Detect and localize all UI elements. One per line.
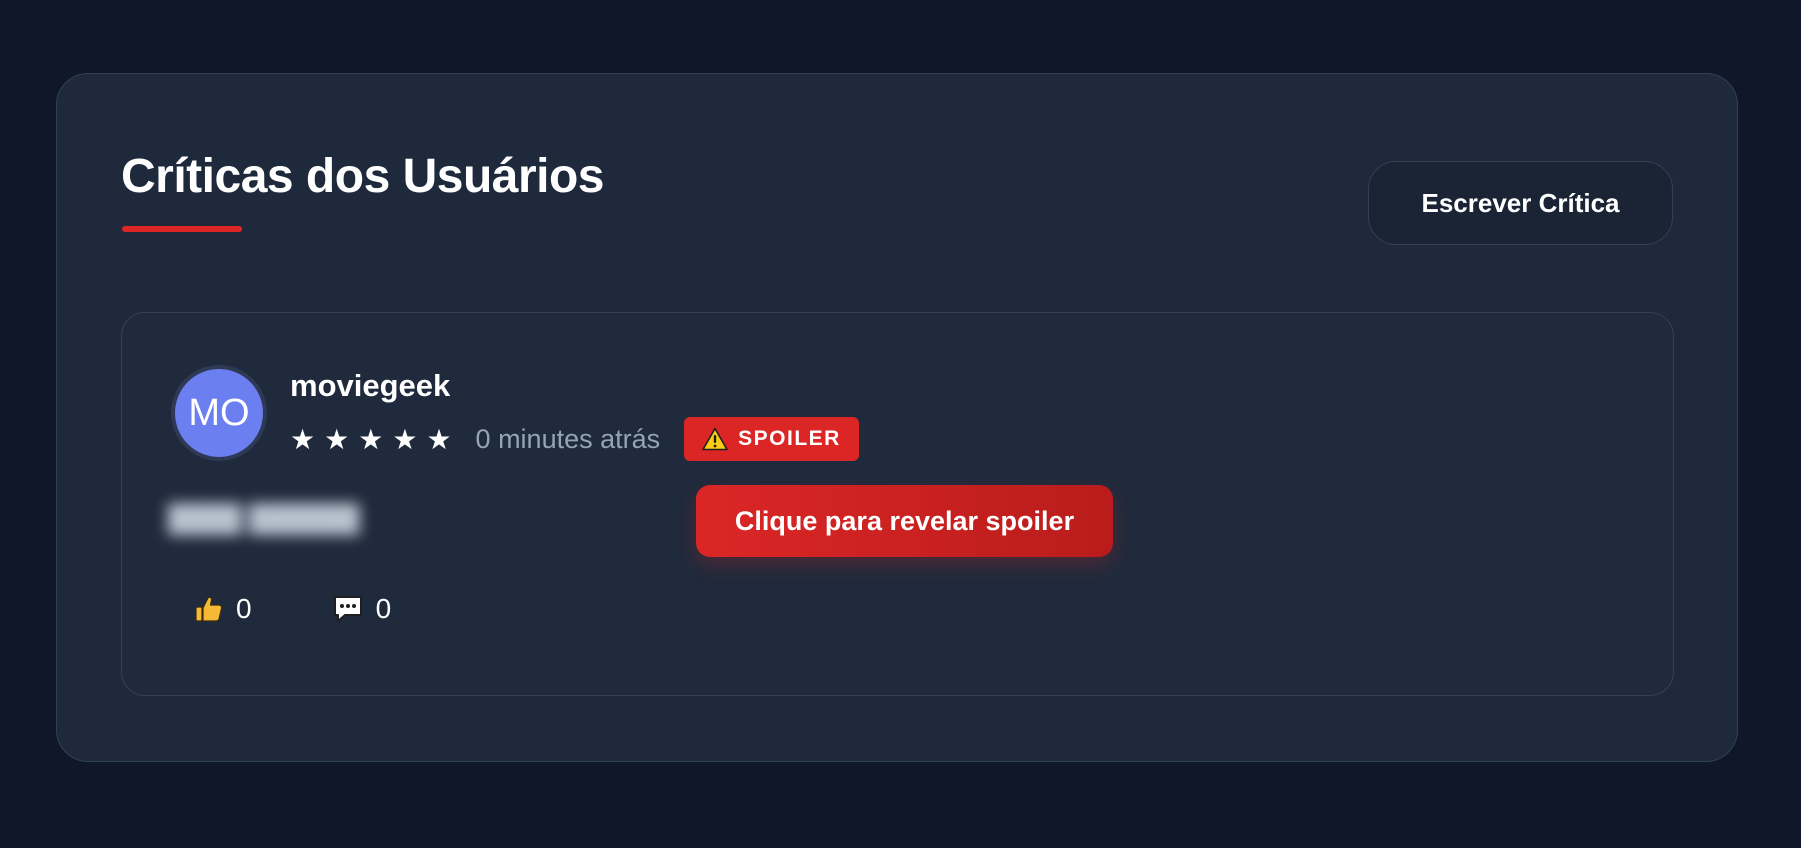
review-card: MO moviegeek ★ ★ ★ ★ ★ 0 minutes atrás S… bbox=[121, 312, 1674, 696]
likes-count: 0 bbox=[236, 593, 252, 624]
review-username: moviegeek bbox=[290, 368, 451, 403]
review-meta: ★ ★ ★ ★ ★ 0 minutes atrás SPOILER bbox=[290, 417, 859, 461]
title-underline bbox=[122, 226, 242, 232]
comments-count: 0 bbox=[375, 593, 392, 624]
comment-button[interactable]: 0 bbox=[332, 593, 392, 625]
review-actions: 0 0 bbox=[194, 593, 391, 625]
star-rating: ★ ★ ★ ★ ★ bbox=[290, 423, 452, 456]
thumbs-up-icon bbox=[194, 594, 224, 624]
star-icon: ★ bbox=[290, 422, 316, 456]
user-reviews-panel: Críticas dos Usuários Escrever Crítica M… bbox=[56, 73, 1738, 762]
section-title: Críticas dos Usuários bbox=[121, 150, 605, 203]
speech-bubble-icon bbox=[332, 594, 364, 624]
reveal-spoiler-button[interactable]: Clique para revelar spoiler bbox=[696, 485, 1113, 557]
review-timestamp: 0 minutes atrás bbox=[475, 423, 661, 454]
star-icon: ★ bbox=[358, 422, 384, 456]
star-icon: ★ bbox=[426, 422, 452, 456]
spoiler-badge: SPOILER bbox=[684, 417, 859, 461]
warning-icon bbox=[702, 427, 728, 451]
spoiler-hidden-content: ████ ██████ bbox=[168, 503, 360, 533]
avatar: MO bbox=[171, 365, 267, 461]
star-icon: ★ bbox=[392, 422, 418, 456]
spoiler-badge-label: SPOILER bbox=[738, 427, 841, 450]
write-review-button[interactable]: Escrever Crítica bbox=[1368, 161, 1673, 245]
like-button[interactable]: 0 bbox=[194, 593, 252, 625]
star-icon: ★ bbox=[324, 422, 350, 456]
